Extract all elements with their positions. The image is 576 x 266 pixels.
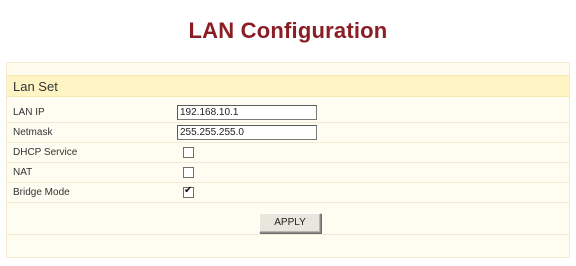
page-title: LAN Configuration	[188, 18, 388, 43]
netmask-label: Netmask	[13, 127, 53, 138]
nat-row: NAT	[7, 163, 569, 183]
bridge-mode-checkbox[interactable]: ✔	[183, 185, 194, 198]
netmask-input[interactable]	[177, 125, 317, 140]
lan-set-panel: Lan Set LAN IP Netmask DHCP Service NAT …	[6, 62, 570, 258]
lan-ip-row: LAN IP	[7, 103, 569, 123]
lan-ip-label: LAN IP	[13, 107, 45, 118]
dhcp-service-row: DHCP Service	[7, 143, 569, 163]
apply-button[interactable]: APPLY	[259, 213, 321, 233]
nat-checkbox[interactable]	[183, 167, 194, 178]
dhcp-service-checkbox[interactable]	[183, 147, 194, 158]
bridge-mode-label: Bridge Mode	[13, 187, 70, 198]
lan-configuration-page: LAN Configuration Lan Set LAN IP Netmask…	[0, 0, 576, 266]
nat-label: NAT	[13, 167, 33, 178]
bridge-mode-row: Bridge Mode ✔	[7, 183, 569, 203]
lan-ip-input[interactable]	[177, 105, 317, 120]
section-header-label: Lan Set	[13, 79, 58, 94]
section-header: Lan Set	[7, 75, 569, 97]
netmask-row: Netmask	[7, 123, 569, 143]
apply-row: APPLY	[7, 211, 569, 235]
panel-top-strip	[7, 63, 569, 73]
dhcp-service-label: DHCP Service	[13, 147, 78, 158]
checkmark-icon: ✔	[184, 185, 193, 196]
